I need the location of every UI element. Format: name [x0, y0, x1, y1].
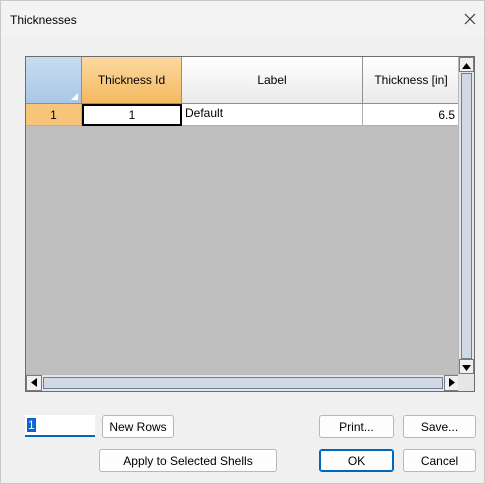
close-button[interactable] [456, 1, 484, 37]
cancel-button[interactable]: Cancel [403, 449, 476, 472]
thickness-id-cell[interactable]: 1 [82, 104, 182, 126]
thicknesses-dialog: Thicknesses Thickness Id Label Thickness… [0, 0, 485, 484]
column-header-label[interactable]: Label [182, 57, 363, 104]
print-button[interactable]: Print... [319, 415, 394, 438]
vertical-scroll-thumb[interactable] [461, 73, 472, 359]
thickness-grid[interactable]: Thickness Id Label Thickness [in] 1 1 De… [25, 56, 475, 392]
column-header-thickness[interactable]: Thickness [in] [363, 57, 460, 104]
horizontal-scrollbar[interactable] [26, 374, 460, 391]
column-header-thickness-id[interactable]: Thickness Id [82, 57, 182, 104]
new-rows-count-input[interactable]: 1 [25, 415, 95, 437]
close-icon [464, 13, 476, 25]
scroll-down-button[interactable] [459, 359, 474, 374]
save-button[interactable]: Save... [403, 415, 476, 438]
scroll-up-button[interactable] [459, 57, 474, 72]
vertical-scrollbar[interactable] [458, 57, 474, 375]
scroll-right-arrow-icon [449, 376, 455, 390]
select-all-corner[interactable] [26, 57, 82, 104]
window-title: Thicknesses [10, 13, 77, 27]
scroll-left-arrow-icon [31, 376, 37, 390]
thickness-cell[interactable]: 6.5 [363, 104, 460, 126]
row-header[interactable]: 1 [26, 104, 82, 126]
new-rows-button[interactable]: New Rows [102, 415, 174, 438]
apply-to-selected-shells-button[interactable]: Apply to Selected Shells [99, 449, 277, 472]
horizontal-scroll-thumb[interactable] [43, 377, 443, 389]
title-bar: Thicknesses [1, 1, 484, 37]
scroll-left-button[interactable] [26, 375, 42, 391]
scroll-down-arrow-icon [462, 360, 471, 374]
select-all-corner-icon [71, 93, 78, 100]
ok-button[interactable]: OK [319, 449, 394, 472]
scrollbar-corner [458, 374, 474, 391]
rows-count-value: 1 [27, 418, 36, 432]
scroll-up-arrow-icon [462, 58, 471, 72]
label-cell[interactable]: Default [182, 104, 363, 126]
